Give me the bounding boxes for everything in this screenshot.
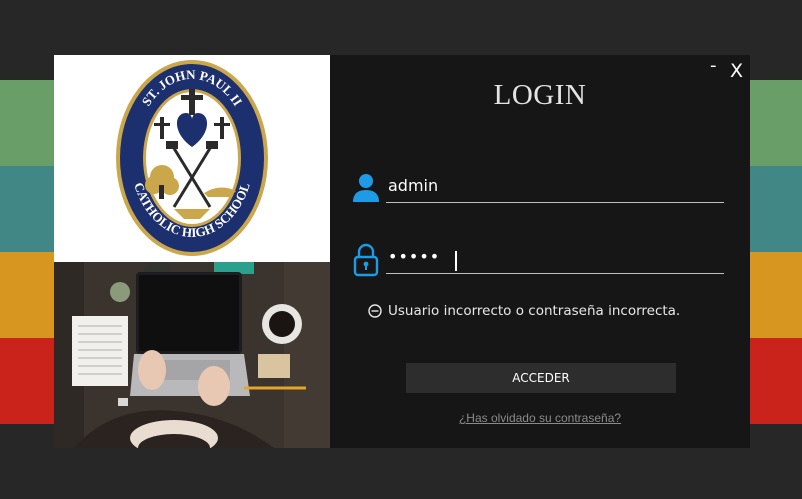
username-input[interactable]: admin <box>386 176 724 203</box>
page-title: LOGIN <box>493 79 587 111</box>
username-field: admin <box>352 172 724 206</box>
text-caret <box>455 251 457 271</box>
error-text: Usuario incorrecto o contraseña incorrec… <box>388 303 681 319</box>
login-button[interactable]: ACCEDER <box>406 363 676 393</box>
right-panel: - X LOGIN admin ••••• Usuario incorrecto… <box>330 55 750 448</box>
left-panel: ST. JOHN PAUL II CATHOLIC HIGH SCHOOL <box>54 55 330 448</box>
lock-icon <box>352 243 380 277</box>
desk-laptop-illustration <box>54 262 330 448</box>
password-input[interactable]: ••••• <box>386 247 724 274</box>
login-window: ST. JOHN PAUL II CATHOLIC HIGH SCHOOL - … <box>54 55 750 448</box>
password-field: ••••• <box>352 243 724 277</box>
minus-circle-icon <box>368 304 382 318</box>
laptop-photo <box>54 262 330 448</box>
forgot-password-link[interactable]: ¿Has olvidado su contraseña? <box>330 411 750 425</box>
user-icon <box>352 172 380 206</box>
error-message: Usuario incorrecto o contraseña incorrec… <box>368 303 680 319</box>
minimize-button[interactable]: - <box>710 55 717 76</box>
school-logo-area: ST. JOHN PAUL II CATHOLIC HIGH SCHOOL <box>54 55 330 262</box>
school-crest-logo: ST. JOHN PAUL II CATHOLIC HIGH SCHOOL <box>116 60 268 256</box>
